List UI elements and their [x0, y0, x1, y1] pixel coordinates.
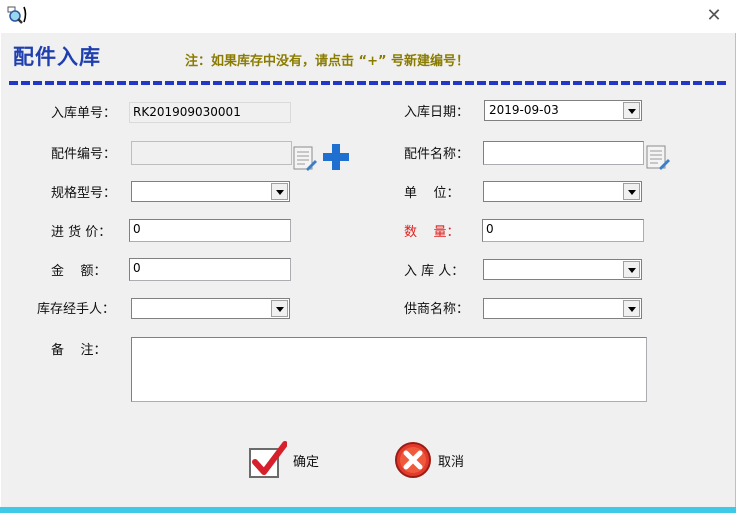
part-code-field[interactable] — [131, 141, 292, 165]
receipt-no-field[interactable]: RK201909030001 — [129, 102, 291, 123]
cancel-label: 取消 — [438, 454, 465, 470]
remarks-label: 备 注： — [51, 343, 107, 358]
quantity-field[interactable]: 0 — [482, 219, 644, 242]
amount-label: 金 额： — [51, 264, 107, 279]
app-magnifier-icon — [7, 6, 27, 24]
part-code-label: 配件编号： — [51, 147, 117, 162]
close-button[interactable]: ✕ — [702, 4, 726, 28]
unit-select[interactable] — [483, 181, 642, 202]
dialog-content: 配件入库 注：如果库存中没有，请点击 “+” 号新建编号！ 入库单号： RK20… — [1, 33, 735, 507]
supplier-select[interactable] — [483, 298, 642, 319]
receiver-select[interactable] — [483, 259, 642, 280]
part-name-label: 配件名称： — [404, 147, 470, 162]
spec-model-label: 规格型号： — [51, 186, 117, 201]
unit-label: 单 位： — [404, 186, 460, 201]
receipt-no-label: 入库单号： — [51, 106, 117, 121]
chevron-down-icon[interactable] — [623, 183, 640, 200]
chevron-down-icon[interactable] — [623, 261, 640, 278]
dashed-divider — [9, 81, 729, 85]
receipt-date-value: 2019-09-03 — [489, 103, 559, 117]
part-name-field[interactable] — [483, 141, 644, 165]
cancel-button[interactable]: 取消 — [394, 440, 464, 480]
receiver-label: 入 库 人： — [404, 264, 465, 279]
chevron-down-icon[interactable] — [623, 102, 640, 119]
chevron-down-icon[interactable] — [271, 300, 288, 317]
dialog-window: ✕ 配件入库 注：如果库存中没有，请点击 “+” 号新建编号！ 入库单号： RK… — [0, 0, 736, 507]
cancel-x-icon — [395, 442, 431, 478]
chevron-down-icon[interactable] — [623, 300, 640, 317]
confirm-label: 确定 — [293, 454, 320, 470]
supplier-label: 供商名称： — [404, 302, 470, 317]
document-lookup-icon[interactable] — [293, 146, 317, 172]
title-bar: ✕ — [0, 0, 736, 33]
checkmark-icon — [249, 441, 287, 478]
quantity-label: 数 量： — [404, 225, 460, 240]
hint-text: 注：如果库存中没有，请点击 “+” 号新建编号！ — [185, 54, 470, 69]
close-icon: ✕ — [706, 5, 722, 26]
page-title: 配件入库 — [13, 44, 101, 69]
spec-model-select[interactable] — [131, 181, 290, 202]
stock-handler-label: 库存经手人： — [37, 302, 116, 317]
receipt-date-picker[interactable]: 2019-09-03 — [484, 100, 642, 121]
stock-handler-select[interactable] — [131, 298, 290, 319]
amount-field[interactable]: 0 — [129, 258, 291, 281]
purchase-price-field[interactable]: 0 — [129, 219, 291, 242]
remarks-textarea[interactable] — [131, 337, 647, 402]
purchase-price-label: 进 货 价： — [51, 225, 112, 240]
document-lookup-icon[interactable] — [646, 145, 670, 171]
receipt-date-label: 入库日期： — [404, 105, 470, 120]
chevron-down-icon[interactable] — [271, 183, 288, 200]
add-new-code-icon[interactable] — [321, 142, 351, 172]
confirm-button[interactable]: 确定 — [247, 440, 319, 480]
